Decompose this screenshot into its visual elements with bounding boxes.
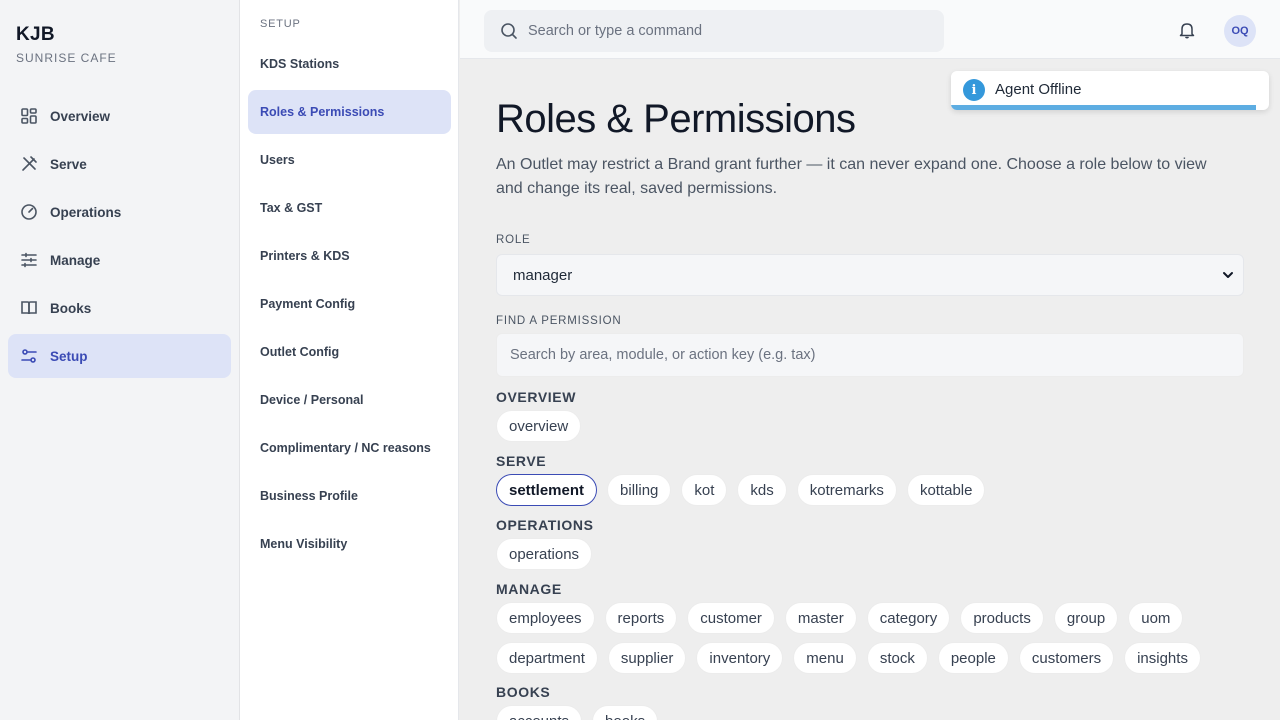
- permission-chip[interactable]: billing: [607, 474, 672, 506]
- permission-chip[interactable]: kotremarks: [796, 474, 897, 506]
- gauge-icon: [20, 203, 38, 221]
- nav-label: Operations: [50, 204, 122, 220]
- permission-chip[interactable]: insights: [1124, 642, 1201, 674]
- group-title-overview: OVERVIEW: [496, 389, 577, 405]
- permission-chip[interactable]: operations: [496, 538, 593, 570]
- command-search-input[interactable]: [528, 23, 928, 39]
- avatar[interactable]: OQ: [1224, 15, 1256, 47]
- setup-item-users[interactable]: Users: [248, 138, 451, 182]
- permission-chip[interactable]: group: [1053, 602, 1119, 634]
- permission-chip[interactable]: uom: [1128, 602, 1184, 634]
- find-permission-label: FIND A PERMISSION: [496, 315, 622, 327]
- permission-chip[interactable]: menu: [793, 642, 857, 674]
- command-search[interactable]: [484, 10, 944, 52]
- group-title-operations: OPERATIONS: [496, 517, 594, 533]
- permission-chip[interactable]: inventory: [696, 642, 784, 674]
- group-title-manage: MANAGE: [496, 581, 562, 597]
- nav-label: Manage: [50, 252, 101, 268]
- permission-search-input[interactable]: [496, 333, 1244, 377]
- search-icon: [500, 22, 518, 40]
- setup-item-complimentary-nc[interactable]: Complimentary / NC reasons: [248, 426, 451, 470]
- nav-label: Serve: [50, 156, 87, 172]
- setup-item-business-profile[interactable]: Business Profile: [248, 474, 451, 518]
- chip-group-books: accounts books: [496, 705, 1256, 720]
- permission-chip[interactable]: customers: [1018, 642, 1115, 674]
- permission-chip[interactable]: customer: [687, 602, 775, 634]
- nav-item-serve[interactable]: Serve: [8, 142, 231, 186]
- permission-chip[interactable]: reports: [604, 602, 678, 634]
- main-content: Roles & Permissions An Outlet may restri…: [460, 59, 1280, 720]
- settings-icon: [20, 347, 38, 365]
- brand-name: KJB: [16, 24, 55, 45]
- nav-item-overview[interactable]: Overview: [8, 94, 231, 138]
- brand: KJB SUNRISE CAFE: [16, 24, 117, 65]
- page-description: An Outlet may restrict a Brand grant fur…: [496, 156, 1207, 197]
- permission-chip[interactable]: products: [960, 602, 1044, 634]
- permission-chip[interactable]: category: [866, 602, 951, 634]
- setup-menu: SETUP KDS Stations Roles & Permissions U…: [240, 0, 459, 720]
- permission-chip[interactable]: supplier: [607, 642, 687, 674]
- nav-label: Setup: [50, 348, 88, 364]
- nav-item-books[interactable]: Books: [8, 286, 231, 330]
- main-sidebar: KJB SUNRISE CAFE Overview Serve Operatio…: [0, 0, 240, 720]
- chip-group-overview: overview: [496, 410, 1256, 442]
- setup-item-outlet-config[interactable]: Outlet Config: [248, 330, 451, 374]
- setup-item-payment-config[interactable]: Payment Config: [248, 282, 451, 326]
- setup-list: KDS Stations Roles & Permissions Users T…: [248, 42, 451, 570]
- permission-chip[interactable]: books: [592, 705, 659, 720]
- nav-label: Books: [50, 300, 92, 316]
- permission-chip[interactable]: master: [784, 602, 857, 634]
- nav-item-manage[interactable]: Manage: [8, 238, 231, 282]
- bell-icon[interactable]: [1177, 20, 1197, 40]
- permission-chip[interactable]: people: [937, 642, 1009, 674]
- permission-chip-selected[interactable]: settlement: [496, 474, 598, 506]
- permission-chip[interactable]: overview: [496, 410, 582, 442]
- outlet-name: SUNRISE CAFE: [16, 51, 117, 65]
- role-select[interactable]: manager: [496, 254, 1244, 296]
- nav-item-operations[interactable]: Operations: [8, 190, 231, 234]
- chip-group-manage: employees reports customer master catego…: [496, 602, 1256, 674]
- page-title: Roles & Permissions: [496, 97, 856, 141]
- setup-item-printers-kds[interactable]: Printers & KDS: [248, 234, 451, 278]
- top-bar: OQ: [460, 0, 1280, 59]
- permission-chip[interactable]: employees: [496, 602, 595, 634]
- permission-chip[interactable]: kottable: [906, 474, 986, 506]
- info-icon: i: [963, 79, 985, 101]
- setup-item-kds-stations[interactable]: KDS Stations: [248, 42, 451, 86]
- sliders-icon: [20, 251, 38, 269]
- group-title-serve: SERVE: [496, 453, 547, 469]
- setup-heading: SETUP: [260, 18, 301, 30]
- chip-group-operations: operations: [496, 538, 1256, 570]
- primary-nav: Overview Serve Operations Manage Books S…: [8, 94, 231, 382]
- permission-chip[interactable]: kot: [681, 474, 728, 506]
- permission-chip[interactable]: department: [496, 642, 598, 674]
- grid-icon: [20, 107, 38, 125]
- nav-item-setup[interactable]: Setup: [8, 334, 231, 378]
- book-icon: [20, 299, 38, 317]
- toast-progress-bar: [951, 105, 1257, 110]
- status-toast: i Agent Offline: [951, 71, 1269, 110]
- toast-message: Agent Offline: [995, 81, 1082, 98]
- utensils-icon: [20, 155, 38, 173]
- chip-group-serve: settlement billing kot kds kotremarks ko…: [496, 474, 1256, 506]
- setup-item-menu-visibility[interactable]: Menu Visibility: [248, 522, 451, 566]
- group-title-books: BOOKS: [496, 684, 551, 700]
- permission-chip[interactable]: stock: [866, 642, 928, 674]
- role-label: ROLE: [496, 234, 531, 246]
- nav-label: Overview: [50, 108, 111, 124]
- role-select-value: manager: [513, 266, 573, 284]
- permission-chip[interactable]: accounts: [496, 705, 583, 720]
- chevron-down-icon: [1221, 268, 1235, 282]
- setup-item-device-personal[interactable]: Device / Personal: [248, 378, 451, 422]
- setup-item-roles-permissions[interactable]: Roles & Permissions: [248, 90, 451, 134]
- permission-chip[interactable]: kds: [737, 474, 787, 506]
- setup-item-tax-gst[interactable]: Tax & GST: [248, 186, 451, 230]
